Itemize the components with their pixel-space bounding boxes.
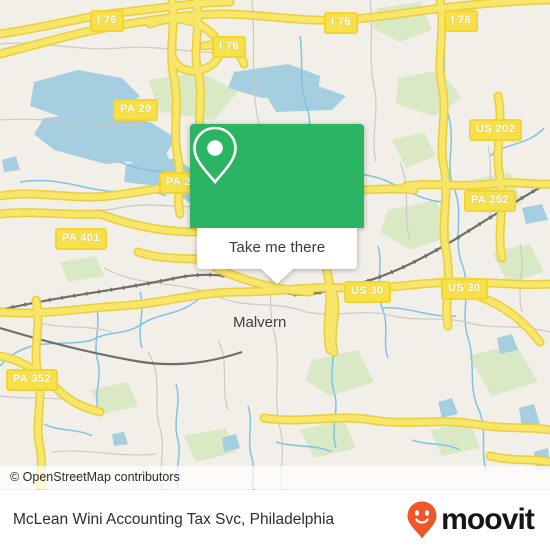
place-label-malvern: Malvern [233, 314, 287, 331]
place-title: McLean Wini Accounting Tax Svc, Philadel… [13, 511, 335, 528]
map-screenshot: I 76 I 76 I 76 I 76 PA 29 US 202 PA 29 P… [0, 0, 550, 550]
road-shield: US 30 [441, 278, 488, 300]
take-me-there-label: Take me there [228, 239, 326, 256]
road-shield: US 30 [344, 281, 391, 303]
road-shield: I 76 [90, 10, 124, 32]
road-shield: PA 401 [55, 228, 107, 250]
popup-pointer-tail [260, 268, 294, 284]
road-shield: PA 352 [6, 369, 58, 391]
moovit-brand[interactable]: moovit [406, 500, 535, 540]
road-shield: PA 252 [464, 190, 516, 212]
map-canvas[interactable]: I 76 I 76 I 76 I 76 PA 29 US 202 PA 29 P… [0, 0, 550, 490]
popup-action-area[interactable]: Take me there [197, 228, 357, 284]
road-shield: I 76 [324, 12, 358, 34]
moovit-wordmark: moovit [441, 503, 535, 536]
location-popup-card[interactable]: Take me there [190, 124, 364, 284]
footer-bar: McLean Wini Accounting Tax Svc, Philadel… [0, 490, 550, 550]
popup-pin-area [190, 124, 364, 228]
road-shield: I 76 [444, 10, 478, 32]
road-shield: PA 29 [113, 99, 159, 121]
moovit-smiley-pin-icon [407, 501, 437, 539]
road-shield: US 202 [469, 119, 523, 141]
osm-attribution[interactable]: © OpenStreetMap contributors [0, 466, 550, 489]
map-pin-icon [193, 126, 237, 185]
road-shield: I 76 [212, 36, 246, 58]
